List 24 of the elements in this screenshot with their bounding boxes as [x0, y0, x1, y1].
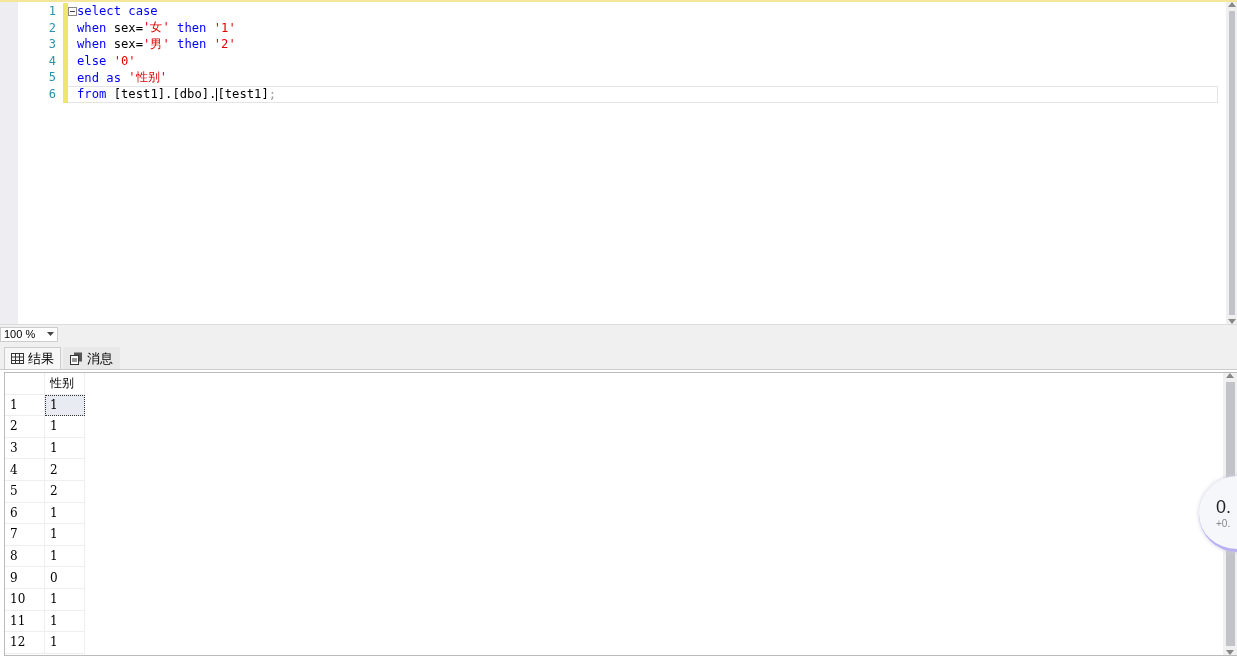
line-number: 6 — [48, 85, 56, 103]
line-number: 5 — [48, 69, 56, 86]
line-number: 3 — [48, 36, 56, 53]
row-number: 5 — [5, 480, 45, 503]
code-line: else '0' — [76, 53, 137, 70]
row-number: 11 — [5, 610, 45, 633]
column-header: 性别 — [45, 373, 85, 395]
row-number: 2 — [5, 416, 45, 438]
line-number: 4 — [48, 52, 56, 70]
code-line: when sex='男' then '2' — [76, 36, 237, 53]
row-number: 6 — [5, 502, 45, 525]
row-number: 10 — [5, 588, 45, 611]
row-number: 8 — [5, 545, 45, 568]
row-number: 12 — [5, 632, 45, 654]
row-number: 4 — [5, 459, 45, 481]
code-line: when sex='女' then '1' — [76, 19, 237, 37]
line-number: 1 — [48, 3, 56, 20]
line-number: 2 — [48, 19, 56, 37]
row-number: 9 — [5, 567, 45, 589]
row-number: 3 — [5, 437, 45, 460]
row-number: 7 — [5, 524, 45, 546]
code-line: end as '性别' — [76, 69, 169, 86]
code-line: from [test1].[dbo].[test1]; — [68, 85, 1218, 103]
code-line: select case — [68, 3, 1226, 20]
